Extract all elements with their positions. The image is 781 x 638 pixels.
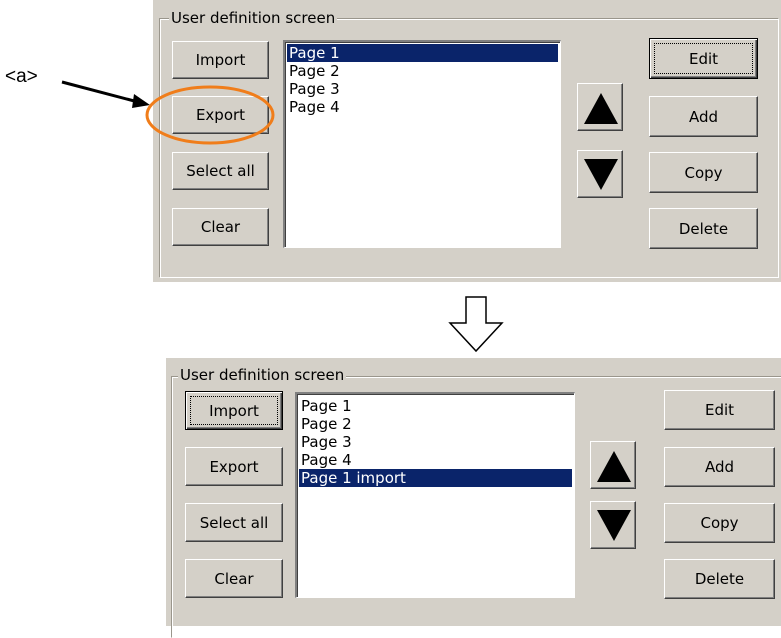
triangle-down-icon	[584, 159, 618, 190]
bottom-clear-button[interactable]: Clear	[185, 559, 283, 598]
top-select-all-button[interactable]: Select all	[172, 152, 269, 190]
bottom-import-button[interactable]: Import	[185, 391, 283, 430]
top-move-down-button[interactable]	[577, 150, 623, 198]
bottom-copy-button[interactable]: Copy	[664, 503, 775, 543]
focus-rect	[654, 43, 753, 74]
list-item[interactable]: Page 1 import	[299, 469, 572, 487]
bottom-window: User definition screen Import Export Sel…	[166, 358, 781, 638]
bottom-select-all-button[interactable]: Select all	[185, 503, 283, 542]
top-copy-button[interactable]: Copy	[649, 152, 758, 193]
triangle-down-icon	[597, 510, 631, 541]
top-export-button[interactable]: Export	[172, 96, 269, 134]
top-group-title: User definition screen	[169, 9, 338, 27]
list-item[interactable]: Page 3	[299, 433, 572, 451]
list-item[interactable]: Page 2	[299, 415, 572, 433]
triangle-up-icon	[584, 93, 618, 124]
list-item[interactable]: Page 4	[287, 98, 558, 116]
bottom-group-title: User definition screen	[178, 366, 347, 384]
list-item[interactable]: Page 2	[287, 62, 558, 80]
annotation-label: <a>	[5, 66, 38, 87]
list-item[interactable]: Page 4	[299, 451, 572, 469]
top-window: User definition screen Import Export Sel…	[153, 0, 781, 282]
bottom-add-button[interactable]: Add	[664, 447, 775, 487]
top-delete-button[interactable]: Delete	[649, 208, 758, 249]
bottom-export-button[interactable]: Export	[185, 447, 283, 486]
focus-rect	[190, 396, 278, 425]
top-edit-button[interactable]: Edit	[649, 38, 758, 79]
bottom-delete-button[interactable]: Delete	[664, 559, 775, 599]
top-import-button[interactable]: Import	[172, 41, 269, 79]
triangle-up-icon	[597, 451, 631, 482]
list-item[interactable]: Page 1	[299, 397, 572, 415]
top-move-up-button[interactable]	[577, 83, 623, 131]
bottom-page-list[interactable]: Page 1 Page 2 Page 3 Page 4 Page 1 impor…	[295, 392, 575, 598]
top-add-button[interactable]: Add	[649, 96, 758, 137]
top-clear-button[interactable]: Clear	[172, 208, 269, 246]
list-item[interactable]: Page 1	[287, 44, 558, 62]
top-page-list[interactable]: Page 1 Page 2 Page 3 Page 4	[283, 40, 561, 248]
bottom-edit-button[interactable]: Edit	[664, 390, 775, 430]
list-item[interactable]: Page 3	[287, 80, 558, 98]
bottom-move-up-button[interactable]	[590, 441, 636, 489]
bottom-move-down-button[interactable]	[590, 501, 636, 549]
